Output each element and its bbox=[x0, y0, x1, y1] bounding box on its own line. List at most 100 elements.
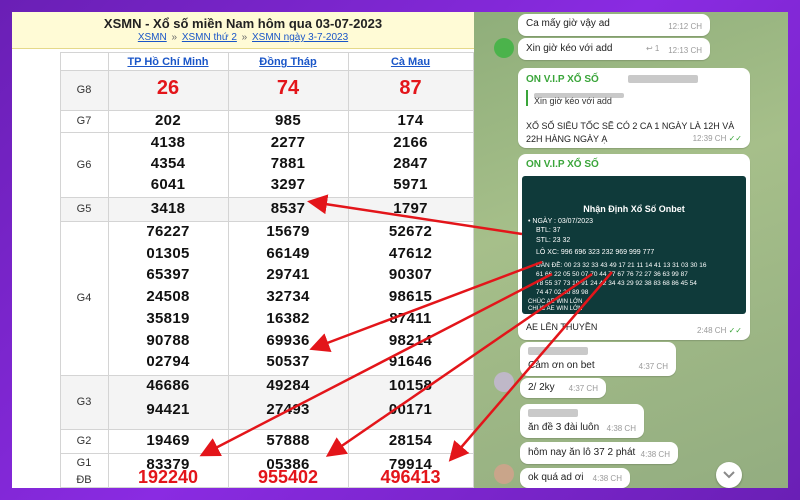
grid-line bbox=[60, 132, 474, 133]
province-header-dong-thap[interactable]: Đồng Tháp bbox=[228, 56, 348, 68]
g5-number-dong-thap: 8537 bbox=[270, 200, 306, 217]
g3-number-tphcm: 94421 bbox=[146, 401, 190, 418]
grid-line bbox=[60, 429, 474, 430]
grid-line bbox=[60, 110, 474, 111]
chat-time: 4:37 CH bbox=[568, 384, 598, 393]
chat-message-text: Ca mấy giờ vậy ad bbox=[526, 18, 610, 29]
grid-line bbox=[60, 70, 474, 71]
province-header-ca-mau[interactable]: Cà Mau bbox=[348, 56, 473, 68]
g4-number-ca-mau: 90307 bbox=[388, 266, 433, 284]
g4-number-tphcm: 02794 bbox=[146, 353, 190, 371]
chat-message: Ca mấy giờ vậy ad 12:12 CH bbox=[518, 14, 710, 36]
g4-number-ca-mau: 47612 bbox=[388, 244, 433, 262]
chat-time: 12:12 CH bbox=[668, 22, 702, 31]
g4-number-tphcm: 65397 bbox=[146, 266, 190, 284]
card-date: • NGÀY : 03/07/2023 bbox=[528, 218, 593, 225]
scroll-down-button[interactable] bbox=[716, 462, 742, 488]
sender-name[interactable]: ON V.I.P XỔ SỐ bbox=[526, 74, 599, 85]
quoted-message[interactable]: Xin giờ kéo với add bbox=[526, 90, 624, 106]
g4-number-tphcm: 24508 bbox=[146, 288, 190, 306]
g2-number-ca-mau: 28154 bbox=[388, 432, 433, 449]
g6-number-dong-thap: 2277 bbox=[270, 134, 306, 151]
g4-number-tphcm: 76227 bbox=[146, 223, 190, 240]
prize-label-g6: G6 bbox=[76, 159, 92, 171]
chat-message: Cảm ơn on bet 4:37 CH bbox=[520, 342, 676, 376]
results-header: XSMN - Xổ số miền Nam hôm qua 03-07-2023… bbox=[12, 12, 474, 49]
chat-message-text: Cảm ơn on bet bbox=[528, 360, 595, 371]
card-btl: BTL: 37 bbox=[536, 227, 561, 234]
chat-message-vip: ON V.I.P XỔ SỐ Xin giờ kéo với add XỔ SỐ… bbox=[518, 68, 750, 148]
g6-number-dong-thap: 7881 bbox=[270, 155, 306, 172]
user-avatar[interactable] bbox=[494, 38, 514, 58]
prize-label-g4: G4 bbox=[76, 292, 92, 304]
chat-message-vip-card: ON V.I.P XỔ SỐ Nhận Định Xổ Số Onbet • N… bbox=[518, 154, 750, 340]
chat-time: 4:38 CH bbox=[606, 424, 636, 433]
province-header-tphcm[interactable]: TP Hồ Chí Minh bbox=[108, 56, 228, 68]
g5-number-ca-mau: 1797 bbox=[393, 200, 428, 217]
g4-number-dong-thap: 32734 bbox=[266, 288, 310, 306]
card-footer: CHÚC AE WIN LỚN bbox=[528, 299, 583, 305]
user-avatar[interactable] bbox=[494, 372, 514, 392]
g4-number-tphcm: 01305 bbox=[146, 244, 190, 262]
g4-number-ca-mau: 91646 bbox=[388, 353, 433, 371]
g4-number-ca-mau: 52672 bbox=[388, 223, 433, 240]
g4-number-dong-thap: 16382 bbox=[266, 309, 310, 327]
g7-number-tphcm: 202 bbox=[155, 112, 181, 129]
chat-panel: Ca mấy giờ vậy ad 12:12 CH Xin giờ kéo v… bbox=[474, 12, 788, 488]
g4-number-dong-thap: 50537 bbox=[266, 353, 310, 371]
g8-number-dong-thap: 74 bbox=[276, 77, 300, 99]
g6-number-ca-mau: 2166 bbox=[393, 134, 428, 151]
prize-label-g8: G8 bbox=[76, 84, 92, 96]
card-dan-de: 74 47 02 20 89 98 bbox=[536, 289, 589, 296]
lottery-results-panel: XSMN - Xổ số miền Nam hôm qua 03-07-2023… bbox=[12, 12, 474, 488]
chat-message-text: hôm nay ăn lô 37 2 phát bbox=[528, 447, 636, 458]
prize-label-g5: G5 bbox=[76, 203, 92, 215]
db-number-ca-mau: 496413 bbox=[380, 467, 441, 487]
read-check-icon: ✓✓ bbox=[728, 134, 742, 143]
g6-number-tphcm: 6041 bbox=[150, 176, 186, 193]
breadcrumb-link-date[interactable]: XSMN ngày 3-7-2023 bbox=[252, 32, 348, 43]
chat-message: ok quá ad ơi 4:38 CH bbox=[520, 468, 630, 488]
grid-line bbox=[60, 52, 474, 53]
screenshot-frame: XSMN - Xổ số miền Nam hôm qua 03-07-2023… bbox=[12, 12, 788, 488]
chat-message-text: Xin giờ kéo với add bbox=[526, 43, 613, 54]
chat-time: 4:38 CH bbox=[592, 474, 622, 483]
prize-label-g3: G3 bbox=[76, 396, 92, 408]
g2-number-dong-thap: 57888 bbox=[266, 432, 310, 449]
blurred-text bbox=[628, 74, 698, 85]
reply-count-icon[interactable]: ↩ 1 bbox=[646, 44, 659, 53]
g4-number-tphcm: 35819 bbox=[146, 309, 190, 327]
g4-number-tphcm: 90788 bbox=[146, 331, 190, 349]
g8-number-ca-mau: 87 bbox=[399, 77, 422, 99]
breadcrumb-separator: » bbox=[241, 32, 248, 43]
chat-time: 4:38 CH bbox=[640, 450, 670, 459]
chat-message: hôm nay ăn lô 37 2 phát 4:38 CH bbox=[520, 442, 678, 464]
chat-message-text: AE LÊN THUYỀN bbox=[526, 322, 598, 332]
breadcrumb-link-xsmn[interactable]: XSMN bbox=[138, 32, 167, 43]
g4-number-dong-thap: 29741 bbox=[266, 266, 310, 284]
db-number-tphcm: 192240 bbox=[137, 467, 199, 487]
card-lo-xien: LÔ XC: 996 696 323 232 969 999 777 bbox=[536, 249, 655, 256]
page-title: XSMN - Xổ số miền Nam hôm qua 03-07-2023 bbox=[103, 16, 383, 31]
prediction-image-card[interactable]: Nhận Định Xổ Số Onbet • NGÀY : 03/07/202… bbox=[522, 176, 746, 314]
g6-number-dong-thap: 3297 bbox=[270, 176, 306, 193]
g8-number-tphcm: 26 bbox=[156, 77, 180, 99]
g6-number-tphcm: 4354 bbox=[150, 155, 186, 172]
card-dan-de: 78 55 37 73 19 91 24 42 34 43 29 92 38 8… bbox=[536, 280, 697, 287]
chat-message-text: 2/ 2ky bbox=[528, 382, 555, 393]
breadcrumb-link-thu-2[interactable]: XSMN thứ 2 bbox=[182, 32, 237, 43]
g4-number-dong-thap: 66149 bbox=[266, 244, 310, 262]
user-avatar[interactable] bbox=[494, 464, 514, 484]
prize-label-g1: G1 bbox=[76, 457, 92, 469]
chat-time: 12:13 CH bbox=[668, 46, 702, 55]
g6-number-ca-mau: 5971 bbox=[393, 176, 428, 193]
prize-label-g2: G2 bbox=[76, 435, 92, 447]
grid-line bbox=[60, 375, 474, 376]
g4-number-dong-thap: 69936 bbox=[266, 331, 310, 349]
prize-label-g7: G7 bbox=[76, 115, 92, 127]
g5-number-tphcm: 3418 bbox=[150, 200, 186, 217]
breadcrumb-separator: » bbox=[171, 32, 178, 43]
sender-name[interactable]: ON V.I.P XỔ SỐ bbox=[526, 159, 599, 170]
g4-number-dong-thap: 15679 bbox=[266, 223, 310, 240]
chat-message-text: ăn đề 3 đài luôn bbox=[528, 422, 600, 433]
